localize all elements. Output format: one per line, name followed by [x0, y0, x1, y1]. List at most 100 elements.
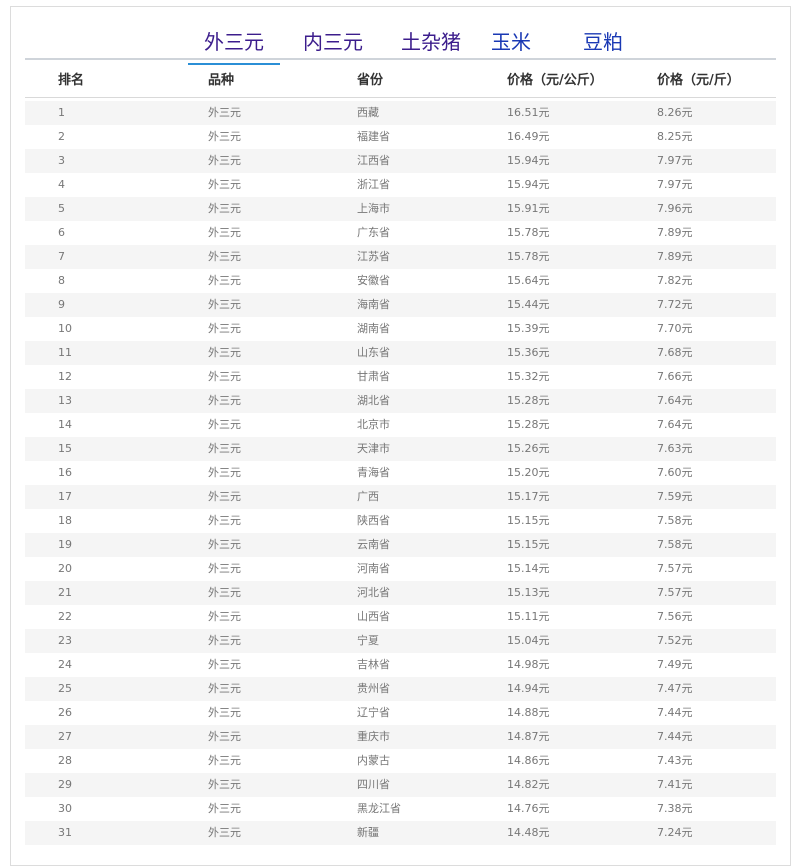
price-kg-cell: 15.15元	[507, 514, 550, 527]
price-jin-cell: 7.58元	[657, 514, 693, 527]
variety-cell: 外三元	[208, 658, 241, 671]
table-row: 12 外三元 甘肃省 15.32元 7.66元	[25, 365, 776, 389]
price-kg-cell: 15.14元	[507, 562, 550, 575]
rank-cell: 11	[58, 346, 72, 359]
price-kg-cell: 16.49元	[507, 130, 550, 143]
table-row: 27 外三元 重庆市 14.87元 7.44元	[25, 725, 776, 749]
price-kg-cell: 15.32元	[507, 370, 550, 383]
price-jin-cell: 7.24元	[657, 826, 693, 839]
table-row: 7 外三元 江苏省 15.78元 7.89元	[25, 245, 776, 269]
province-cell: 安徽省	[357, 274, 390, 287]
table-row: 1 外三元 西藏 16.51元 8.26元	[25, 101, 776, 125]
price-kg-cell: 15.15元	[507, 538, 550, 551]
header-rank: 排名	[58, 73, 85, 88]
rank-cell: 15	[58, 442, 72, 455]
price-panel: 外三元 内三元 土杂猪 玉米 豆粕 排名 品种 省份 价格（元/公斤） 价格（元…	[10, 6, 791, 866]
variety-cell: 外三元	[208, 538, 241, 551]
province-cell: 宁夏	[357, 634, 379, 647]
province-cell: 西藏	[357, 106, 379, 119]
variety-cell: 外三元	[208, 370, 241, 383]
province-cell: 天津市	[357, 442, 390, 455]
price-jin-cell: 7.97元	[657, 154, 693, 167]
variety-cell: 外三元	[208, 778, 241, 791]
price-kg-cell: 15.64元	[507, 274, 550, 287]
province-cell: 四川省	[357, 778, 390, 791]
province-cell: 江苏省	[357, 250, 390, 263]
table-row: 17 外三元 广西 15.17元 7.59元	[25, 485, 776, 509]
variety-cell: 外三元	[208, 106, 241, 119]
price-kg-cell: 15.78元	[507, 250, 550, 263]
header-province: 省份	[357, 73, 384, 88]
variety-cell: 外三元	[208, 226, 241, 239]
rank-cell: 9	[58, 298, 65, 311]
province-cell: 山东省	[357, 346, 390, 359]
province-cell: 湖南省	[357, 322, 390, 335]
price-kg-cell: 14.86元	[507, 754, 550, 767]
province-cell: 重庆市	[357, 730, 390, 743]
rank-cell: 16	[58, 466, 72, 479]
table-row: 8 外三元 安徽省 15.64元 7.82元	[25, 269, 776, 293]
province-cell: 河北省	[357, 586, 390, 599]
province-cell: 吉林省	[357, 658, 390, 671]
header-price-per-jin: 价格（元/斤）	[657, 73, 740, 88]
province-cell: 甘肃省	[357, 370, 390, 383]
price-jin-cell: 7.68元	[657, 346, 693, 359]
table-row: 6 外三元 广东省 15.78元 7.89元	[25, 221, 776, 245]
price-jin-cell: 7.60元	[657, 466, 693, 479]
table-row: 11 外三元 山东省 15.36元 7.68元	[25, 341, 776, 365]
table-row: 5 外三元 上海市 15.91元 7.96元	[25, 197, 776, 221]
price-jin-cell: 7.64元	[657, 418, 693, 431]
price-kg-cell: 14.48元	[507, 826, 550, 839]
table-row: 2 外三元 福建省 16.49元 8.25元	[25, 125, 776, 149]
variety-cell: 外三元	[208, 682, 241, 695]
province-cell: 山西省	[357, 610, 390, 623]
variety-cell: 外三元	[208, 274, 241, 287]
price-jin-cell: 7.70元	[657, 322, 693, 335]
province-cell: 广东省	[357, 226, 390, 239]
price-jin-cell: 7.89元	[657, 250, 693, 263]
province-cell: 云南省	[357, 538, 390, 551]
variety-cell: 外三元	[208, 298, 241, 311]
table-body: 1 外三元 西藏 16.51元 8.26元 2 外三元 福建省 16.49元 8.25元 3 外三元江…	[25, 101, 776, 845]
table-row: 16 外三元 青海省 15.20元 7.60元	[25, 461, 776, 485]
price-kg-cell: 15.11元	[507, 610, 550, 623]
rank-cell: 29	[58, 778, 72, 791]
variety-cell: 外三元	[208, 394, 241, 407]
table-row: 14 外三元 北京市 15.28元 7.64元	[25, 413, 776, 437]
variety-cell: 外三元	[208, 586, 241, 599]
price-kg-cell: 15.28元	[507, 394, 550, 407]
rank-cell: 28	[58, 754, 72, 767]
province-cell: 青海省	[357, 466, 390, 479]
price-kg-cell: 15.17元	[507, 490, 550, 503]
price-kg-cell: 14.87元	[507, 730, 550, 743]
rank-cell: 19	[58, 538, 72, 551]
variety-cell: 外三元	[208, 466, 241, 479]
header-price-per-kg: 价格（元/公斤）	[507, 73, 603, 88]
price-jin-cell: 7.52元	[657, 634, 693, 647]
province-cell: 湖北省	[357, 394, 390, 407]
rank-cell: 12	[58, 370, 72, 383]
province-cell: 新疆	[357, 826, 379, 839]
price-kg-cell: 15.36元	[507, 346, 550, 359]
table-row: 9 外三元 海南省 15.44元 7.72元	[25, 293, 776, 317]
price-kg-cell: 15.39元	[507, 322, 550, 335]
rank-cell: 23	[58, 634, 72, 647]
price-kg-cell: 14.82元	[507, 778, 550, 791]
price-kg-cell: 15.78元	[507, 226, 550, 239]
price-jin-cell: 7.49元	[657, 658, 693, 671]
price-kg-cell: 14.98元	[507, 658, 550, 671]
table-row: 23 外三元 宁夏 15.04元 7.52元	[25, 629, 776, 653]
table-row: 13 外三元 湖北省 15.28元 7.64元	[25, 389, 776, 413]
province-cell: 海南省	[357, 298, 390, 311]
variety-cell: 外三元	[208, 514, 241, 527]
variety-cell: 外三元	[208, 130, 241, 143]
price-jin-cell: 8.25元	[657, 130, 693, 143]
price-jin-cell: 7.59元	[657, 490, 693, 503]
rank-cell: 18	[58, 514, 72, 527]
price-jin-cell: 7.96元	[657, 202, 693, 215]
table-row: 30 外三元 黑龙江省 14.76元 7.38元	[25, 797, 776, 821]
rank-cell: 31	[58, 826, 72, 839]
table-row: 21 外三元 河北省 15.13元 7.57元	[25, 581, 776, 605]
price-jin-cell: 7.38元	[657, 802, 693, 815]
table-row: 15 外三元 天津市 15.26元 7.63元	[25, 437, 776, 461]
